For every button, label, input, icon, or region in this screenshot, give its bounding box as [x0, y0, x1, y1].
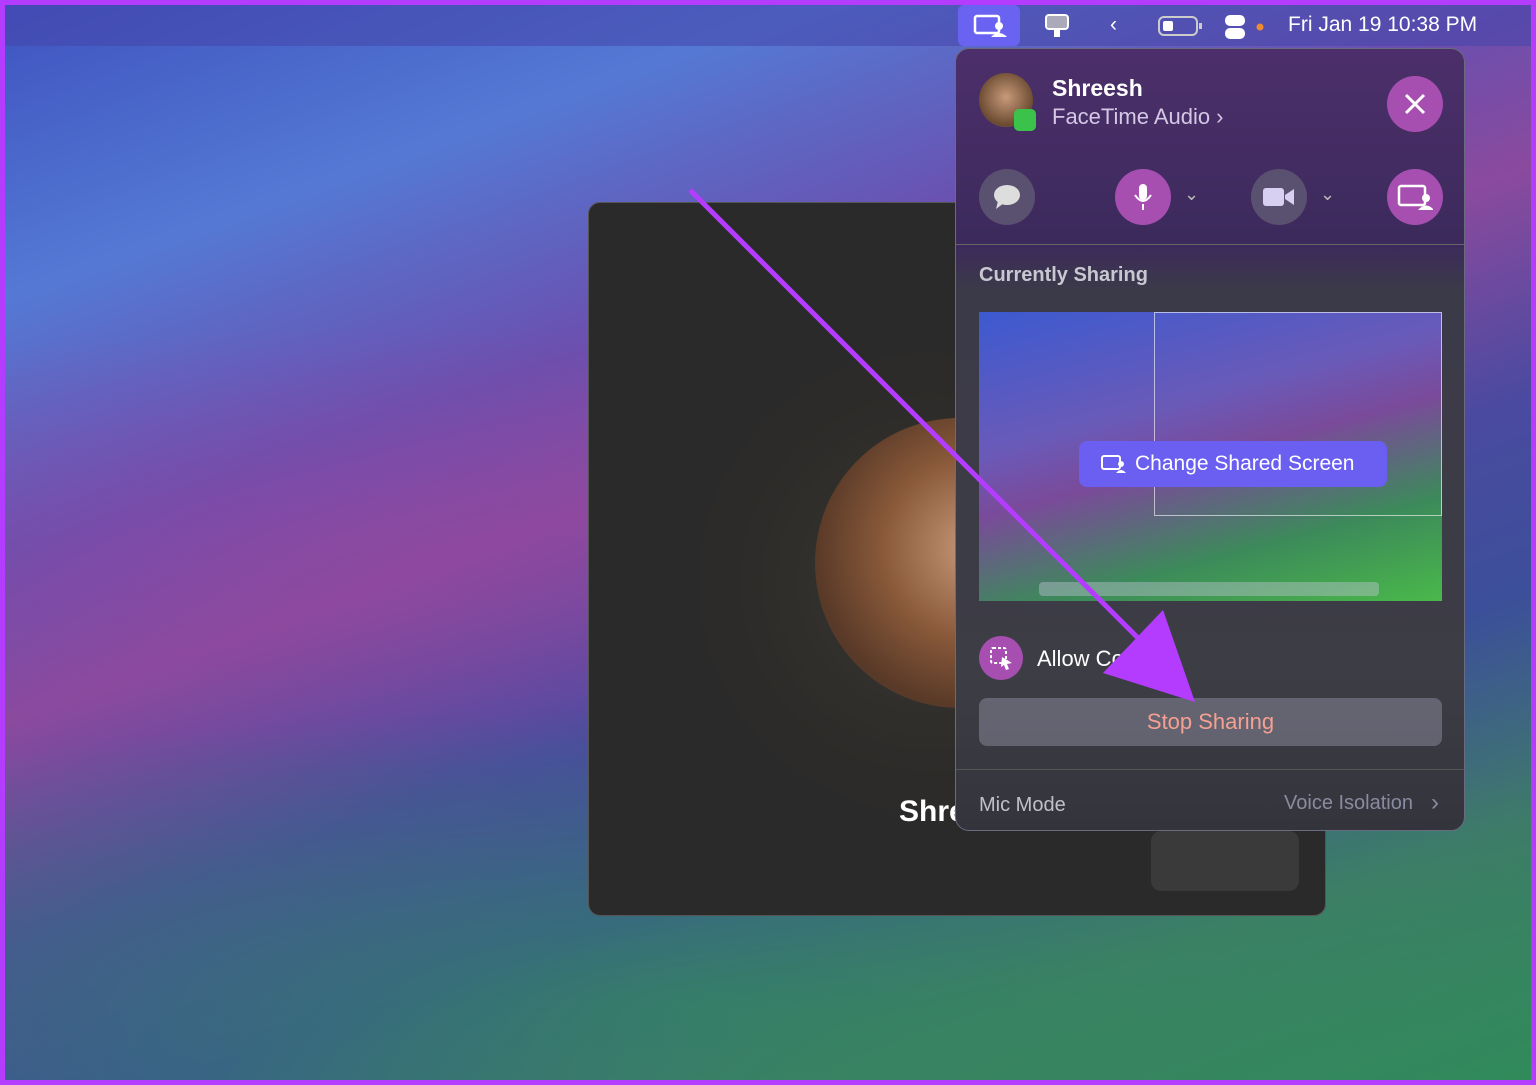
- annotation-arrow: [688, 188, 1195, 702]
- desktop: ‹ Fri Jan 19 10:38 PM Shreesh Shreesh Fa…: [5, 5, 1531, 1080]
